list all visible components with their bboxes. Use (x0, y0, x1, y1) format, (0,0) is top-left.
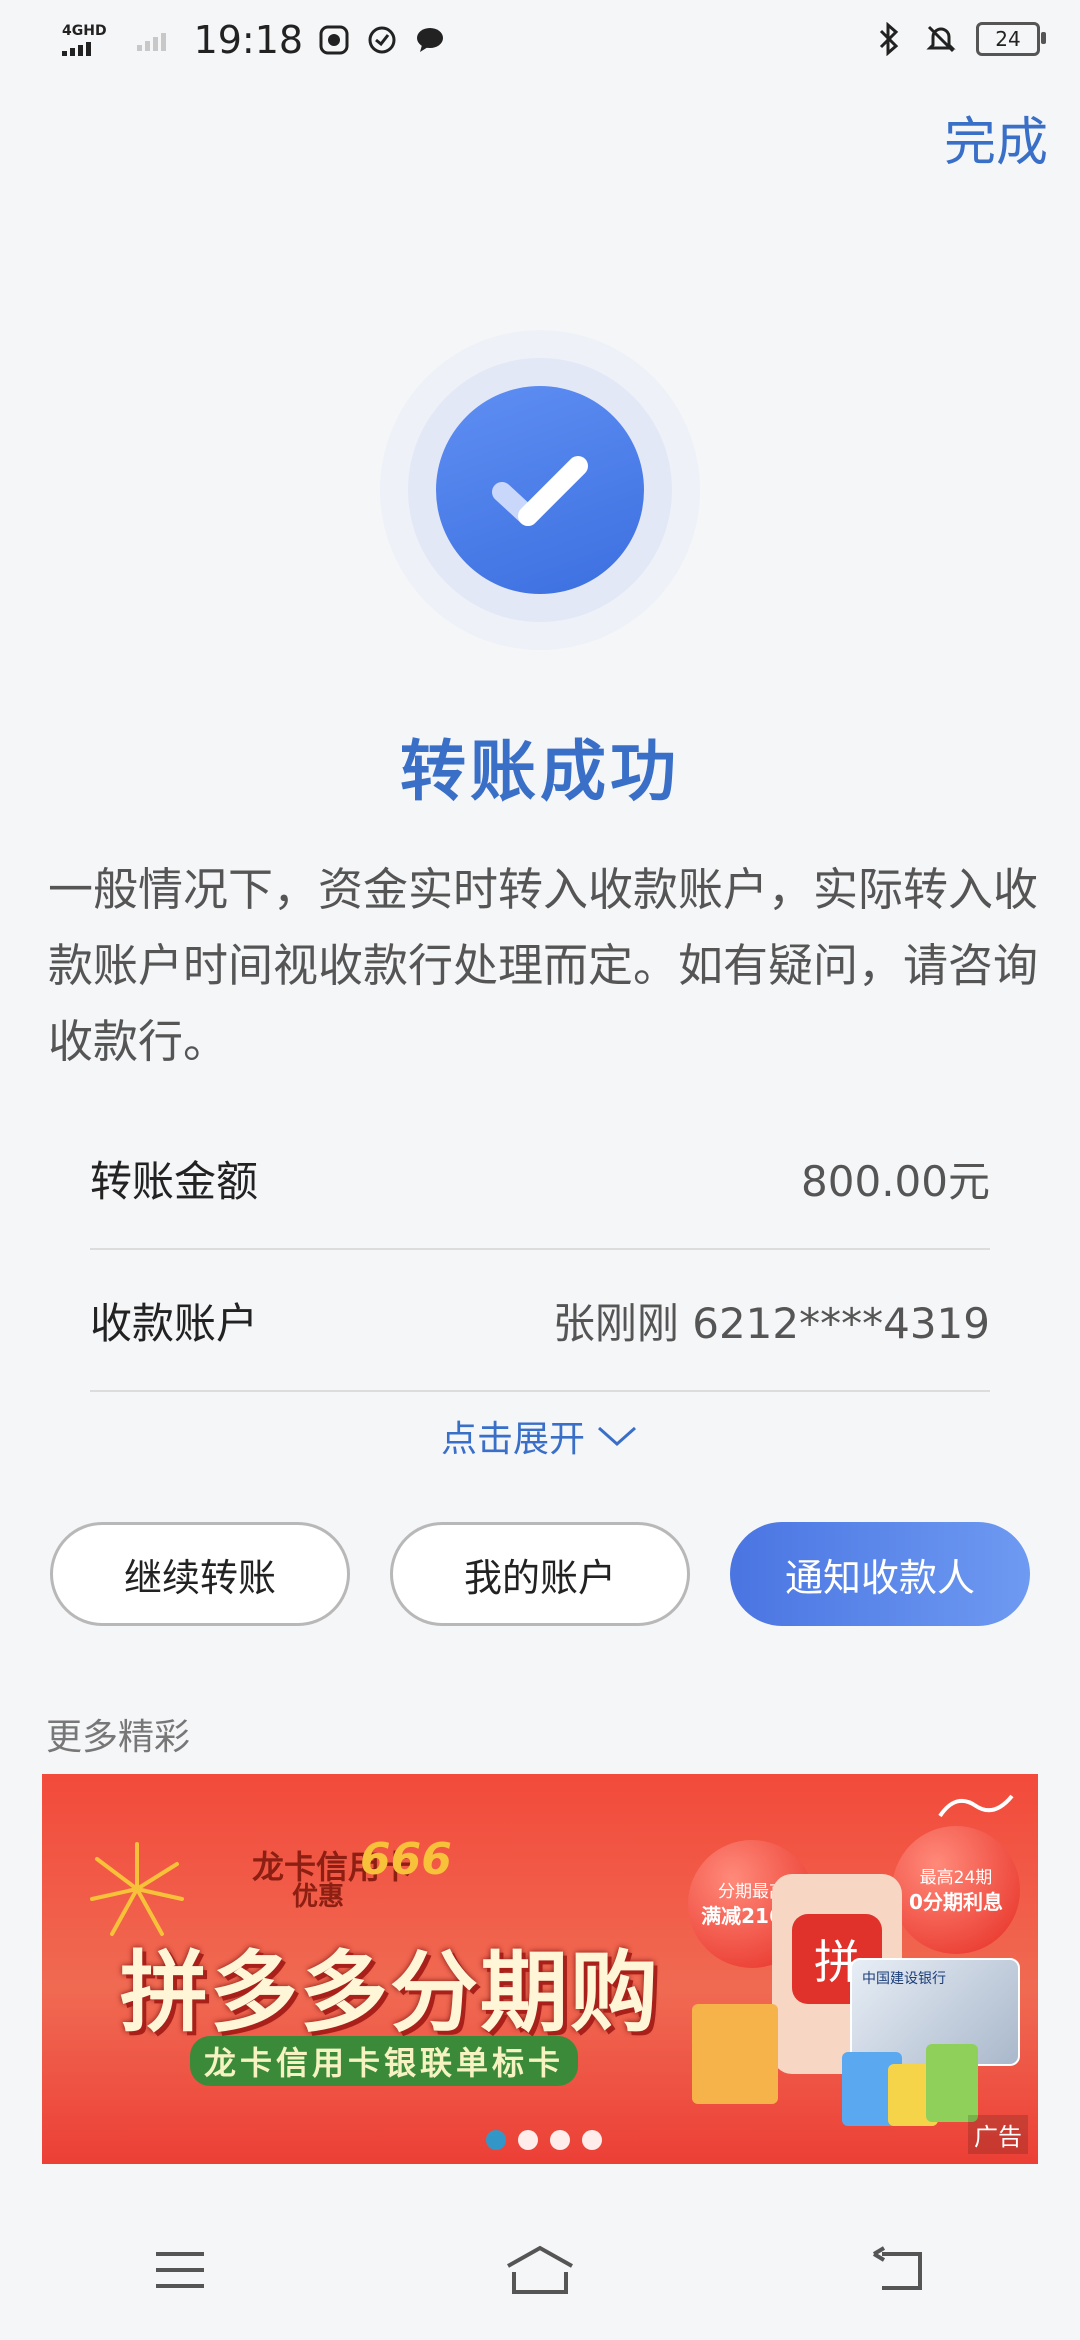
signal-2-icon (136, 29, 166, 51)
sync-icon (365, 23, 399, 57)
shopping-bag-icon (926, 2044, 978, 2122)
checkmark-icon (436, 386, 644, 594)
expand-label: 点击展开 (440, 1419, 585, 1460)
network-type: 4GHD (62, 23, 107, 39)
carousel-dot[interactable] (486, 2130, 506, 2150)
detail-row-amount: 转账金额 800.00元 (90, 1108, 990, 1250)
carousel-dot[interactable] (550, 2130, 570, 2150)
clock: 19:18 (193, 18, 304, 62)
promo-banner[interactable]: 龙卡信用卡 优惠 666 拼多多分期购 龙卡信用卡银联单标卡 分期最高 满减21… (42, 1774, 1038, 2164)
network-indicator: 4GHD (62, 24, 107, 56)
balloon-main: 0分期利息 (909, 1890, 1003, 1914)
app-notification-icon (317, 23, 351, 57)
banner-card-line: 龙卡信用卡银联单标卡 (190, 2036, 579, 2086)
carousel-dot[interactable] (582, 2130, 602, 2150)
message-icon (413, 23, 447, 57)
banner-headline: 拼多多分期购 (120, 1941, 661, 2044)
detail-label: 收款账户 (90, 1298, 259, 1348)
system-nav-bar (0, 2200, 1080, 2340)
success-badge (380, 330, 700, 650)
ad-tag: 广告 (968, 2115, 1028, 2154)
status-left: 4GHD 19:18 (62, 18, 447, 62)
mute-bell-icon (924, 22, 958, 56)
home-icon[interactable] (500, 2230, 580, 2310)
back-icon[interactable] (860, 2230, 940, 2310)
status-right: 24 (872, 22, 1046, 56)
balloon-top: 最高24期 (919, 1868, 993, 1888)
more-section-title: 更多精彩 (46, 1717, 191, 1758)
banner-promo: 666 (360, 1834, 452, 1885)
detail-row-account: 收款账户 张刚刚 6212****4319 (90, 1250, 990, 1392)
card-bank: 中国建设银行 (862, 1971, 946, 1987)
status-bar: 4GHD 19:18 24 (0, 0, 1080, 84)
cart-illustration (692, 2004, 778, 2104)
battery-icon: 24 (976, 22, 1046, 56)
detail-label: 转账金额 (90, 1156, 259, 1206)
continue-transfer-button[interactable]: 继续转账 (50, 1522, 350, 1626)
expand-details-button[interactable]: 点击展开 (0, 1410, 1080, 1462)
done-button[interactable]: 完成 (944, 100, 1048, 175)
signal-icon (62, 40, 107, 56)
result-title: 转账成功 (400, 733, 680, 810)
carousel-dot[interactable] (518, 2130, 538, 2150)
menu-icon[interactable] (140, 2230, 220, 2310)
carousel-dots[interactable] (486, 2130, 602, 2150)
balloon-interest: 最高24期 0分期利息 (892, 1826, 1020, 1954)
banner-promo-prefix: 优惠 (292, 1882, 345, 1912)
result-description: 一般情况下，资金实时转入收款账户，实际转入收款账户时间视收款行处理而定。如有疑问… (48, 863, 1039, 1068)
bank-logo-icon (936, 1788, 1016, 1829)
notify-payee-button[interactable]: 通知收款人 (730, 1522, 1030, 1626)
detail-value: 800.00元 (801, 1156, 990, 1206)
my-account-button[interactable]: 我的账户 (390, 1522, 690, 1626)
chevron-down-icon (598, 1426, 636, 1447)
detail-value: 张刚刚 6212****4319 (552, 1298, 990, 1348)
bluetooth-icon (872, 22, 906, 56)
